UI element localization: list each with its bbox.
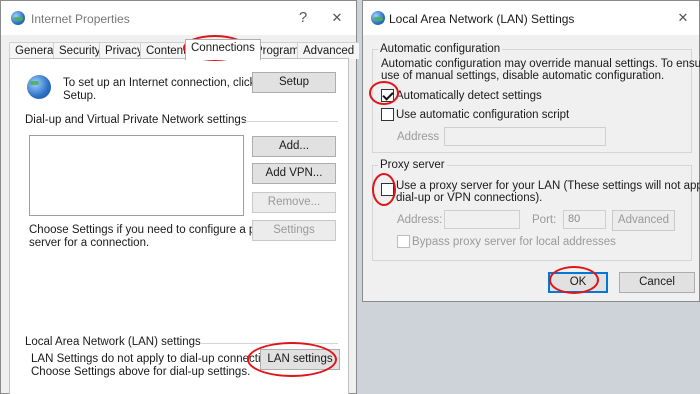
- setup-text-line1: To set up an Internet connection, click: [63, 77, 256, 89]
- close-icon[interactable]: ✕: [326, 7, 348, 29]
- script-address-label: Address: [397, 131, 440, 143]
- lan-dialog-titlebar[interactable]: Local Area Network (LAN) Settings ✕: [363, 1, 699, 35]
- tab-advanced[interactable]: Advanced: [297, 42, 361, 59]
- lan-settings-button[interactable]: LAN settings: [260, 349, 340, 370]
- proxy-address-label: Address:: [397, 214, 443, 226]
- setup-button[interactable]: Setup: [252, 72, 336, 93]
- auto-config-heading: Automatic configuration: [378, 43, 503, 56]
- lan-text-line1: LAN Settings do not apply to dial-up con…: [31, 353, 283, 365]
- setup-text-line2: Setup.: [63, 90, 97, 102]
- desktop-background: [362, 302, 700, 394]
- help-button[interactable]: ?: [292, 7, 314, 29]
- lan-close-icon[interactable]: ✕: [672, 7, 694, 29]
- tab-connections[interactable]: Connections: [185, 39, 261, 60]
- proxy-address-field[interactable]: [444, 210, 520, 229]
- tab-strip: General Security Privacy Content Connect…: [9, 39, 361, 60]
- add-button[interactable]: Add...: [252, 136, 336, 157]
- auto-detect-label[interactable]: Automatically detect settings: [396, 90, 542, 103]
- bypass-checkbox[interactable]: [397, 235, 410, 248]
- cancel-button[interactable]: Cancel: [619, 272, 695, 293]
- script-address-field[interactable]: [444, 127, 606, 146]
- proxy-server-heading: Proxy server: [378, 159, 447, 172]
- internet-properties-window: Internet Properties ? ✕ General Security…: [0, 0, 361, 394]
- use-proxy-checkbox[interactable]: [381, 183, 394, 196]
- auto-detect-checkbox[interactable]: [381, 89, 394, 102]
- choose-settings-line2: server for a connection.: [29, 237, 150, 249]
- connections-panel: To set up an Internet connection, click …: [9, 58, 349, 394]
- lan-settings-dialog: Local Area Network (LAN) Settings ✕ Auto…: [362, 0, 700, 302]
- settings-button[interactable]: Settings: [252, 220, 336, 241]
- use-script-checkbox[interactable]: [381, 108, 394, 121]
- auto-config-desc-line2: use of manual settings, disable automati…: [381, 70, 665, 82]
- setup-globe-icon: [27, 75, 51, 99]
- connections-listbox[interactable]: [29, 135, 244, 216]
- choose-settings-line1: Choose Settings if you need to configure…: [29, 224, 278, 236]
- port-field[interactable]: 80: [563, 210, 606, 229]
- dialup-separator: [240, 121, 338, 122]
- remove-button[interactable]: Remove...: [252, 192, 336, 213]
- internet-globe-icon: [11, 11, 25, 25]
- ok-button[interactable]: OK: [548, 272, 608, 293]
- internet-properties-titlebar[interactable]: Internet Properties ? ✕: [1, 1, 356, 35]
- lan-globe-icon: [371, 11, 385, 25]
- advanced-button[interactable]: Advanced: [612, 210, 675, 231]
- lan-heading: Local Area Network (LAN) settings: [25, 336, 201, 348]
- use-script-label[interactable]: Use automatic configuration script: [396, 109, 569, 122]
- lan-text-line2: Choose Settings above for dial-up settin…: [31, 366, 251, 378]
- lan-separator: [200, 343, 338, 344]
- bypass-label[interactable]: Bypass proxy server for local addresses: [412, 236, 616, 249]
- add-vpn-button[interactable]: Add VPN...: [252, 163, 336, 184]
- dialup-heading: Dial-up and Virtual Private Network sett…: [25, 114, 247, 126]
- use-proxy-label-line2[interactable]: dial-up or VPN connections).: [396, 192, 542, 205]
- lan-dialog-title: Local Area Network (LAN) Settings: [389, 12, 575, 26]
- window-title: Internet Properties: [31, 12, 130, 26]
- port-label: Port:: [532, 214, 557, 226]
